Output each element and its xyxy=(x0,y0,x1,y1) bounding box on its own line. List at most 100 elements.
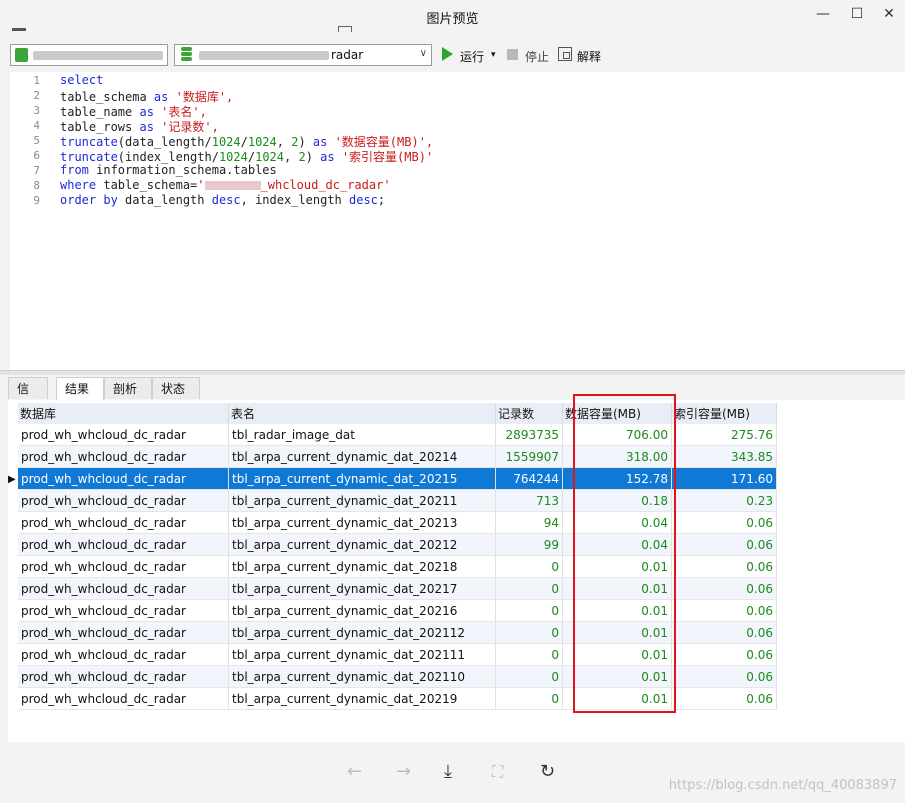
connection-select[interactable] xyxy=(10,44,168,66)
tab-profile[interactable]: 剖析 xyxy=(104,377,152,399)
cell[interactable]: tbl_arpa_current_dynamic_dat_20216 xyxy=(228,599,496,622)
cell[interactable]: prod_wh_whcloud_dc_radar xyxy=(18,467,229,490)
cell[interactable]: 0.06 xyxy=(671,577,777,600)
rotate-icon[interactable]: ↻ xyxy=(540,762,555,782)
cell[interactable]: prod_wh_whcloud_dc_radar xyxy=(18,424,229,446)
cell[interactable]: 0.06 xyxy=(671,643,777,666)
cell[interactable]: tbl_arpa_current_dynamic_dat_20211 xyxy=(228,489,496,512)
line-number: 9 xyxy=(33,194,40,207)
column-header[interactable]: 表名 xyxy=(228,403,496,424)
cell[interactable]: 0.06 xyxy=(671,555,777,578)
menu-strip-fragment xyxy=(338,26,352,32)
maximize-button[interactable]: ☐ xyxy=(842,4,872,24)
fit-screen-icon[interactable]: ⛶ xyxy=(492,762,503,782)
explain-button[interactable]: 解释 xyxy=(577,48,601,65)
cell[interactable]: 0 xyxy=(495,577,563,600)
cell[interactable]: prod_wh_whcloud_dc_radar xyxy=(18,643,229,666)
cell[interactable]: 0.06 xyxy=(671,533,777,556)
cell[interactable]: tbl_arpa_current_dynamic_dat_20212 xyxy=(228,533,496,556)
cell[interactable]: tbl_arpa_current_dynamic_dat_20217 xyxy=(228,577,496,600)
watermark-text: https://blog.csdn.net/qq_40083897 xyxy=(668,778,897,793)
query-toolbar: radar ∨ 运行 ▾ 停止 解释 xyxy=(0,40,905,72)
cell[interactable]: tbl_arpa_current_dynamic_dat_20219 xyxy=(228,687,496,710)
cell[interactable]: 343.85 xyxy=(671,445,777,468)
cell[interactable]: 1559907 xyxy=(495,445,563,468)
cell[interactable]: 713 xyxy=(495,489,563,512)
redacted-schema-prefix xyxy=(204,181,261,190)
cell[interactable]: 764244 xyxy=(495,467,563,490)
cell[interactable]: prod_wh_whcloud_dc_radar xyxy=(18,489,229,512)
column-header[interactable]: 数据库 xyxy=(18,403,229,424)
stop-icon[interactable] xyxy=(507,49,518,60)
code-line: from information_schema.tables xyxy=(60,163,277,177)
cell[interactable]: 0.06 xyxy=(671,511,777,534)
sql-editor[interactable]: 1 2 3 4 5 6 7 8 9 select table_schema as… xyxy=(10,72,905,370)
close-button[interactable]: ✕ xyxy=(874,4,904,24)
highlight-annotation-box xyxy=(573,394,676,713)
explain-icon[interactable] xyxy=(558,47,572,61)
result-grid: ▶ 数据库 表名 记录数 数据容量(MB) 索引容量(MB) prod_wh_w… xyxy=(8,400,905,742)
tab-result-1[interactable]: 结果 1 xyxy=(56,377,104,418)
line-number: 1 xyxy=(33,74,40,87)
cell[interactable]: prod_wh_whcloud_dc_radar xyxy=(18,533,229,556)
line-number-gutter: 1 2 3 4 5 6 7 8 9 xyxy=(10,72,42,370)
run-dropdown-icon[interactable]: ▾ xyxy=(491,50,496,60)
run-icon[interactable] xyxy=(442,47,453,61)
cell[interactable]: tbl_arpa_current_dynamic_dat_202110 xyxy=(228,665,496,688)
redacted-connection-name xyxy=(33,51,163,60)
line-number: 5 xyxy=(33,134,40,147)
tab-status[interactable]: 状态 xyxy=(152,377,200,399)
stop-button[interactable]: 停止 xyxy=(525,48,549,65)
arrow-right-icon[interactable]: → xyxy=(396,762,411,782)
cell[interactable]: prod_wh_whcloud_dc_radar xyxy=(18,511,229,534)
cell[interactable]: tbl_arpa_current_dynamic_dat_20213 xyxy=(228,511,496,534)
code-line: select xyxy=(60,73,104,87)
menu-strip-fragment xyxy=(12,28,26,31)
result-tabs: 信息 结果 1 剖析 状态 xyxy=(0,375,905,418)
cell[interactable]: prod_wh_whcloud_dc_radar xyxy=(18,577,229,600)
line-number: 2 xyxy=(33,89,40,102)
cell[interactable]: 0 xyxy=(495,555,563,578)
cell[interactable]: 0.23 xyxy=(671,489,777,512)
line-number: 6 xyxy=(33,149,40,162)
minimize-button[interactable]: — xyxy=(808,4,838,24)
line-number: 7 xyxy=(33,164,40,177)
column-header[interactable]: 索引容量(MB) xyxy=(671,403,777,424)
viewer-controls: ← → ⤓ ⛶ ↻ https://blog.csdn.net/qq_40083… xyxy=(0,742,905,803)
tab-info[interactable]: 信息 xyxy=(8,377,48,418)
cell[interactable]: 0 xyxy=(495,687,563,710)
cell[interactable]: 99 xyxy=(495,533,563,556)
window-title: 图片预览 xyxy=(426,12,479,27)
column-header[interactable]: 记录数 xyxy=(495,403,563,424)
cell[interactable]: prod_wh_whcloud_dc_radar xyxy=(18,445,229,468)
cell[interactable]: 0.06 xyxy=(671,599,777,622)
database-select[interactable]: radar ∨ xyxy=(174,44,432,66)
cell[interactable]: 0 xyxy=(495,599,563,622)
cell[interactable]: prod_wh_whcloud_dc_radar xyxy=(18,665,229,688)
arrow-left-icon[interactable]: ← xyxy=(347,762,362,782)
cell[interactable]: tbl_arpa_current_dynamic_dat_202112 xyxy=(228,621,496,644)
cell[interactable]: 0 xyxy=(495,665,563,688)
cell[interactable]: 0.06 xyxy=(671,687,777,710)
cell[interactable]: 2893735 xyxy=(495,424,563,446)
cell[interactable]: 0.06 xyxy=(671,621,777,644)
cell[interactable]: tbl_arpa_current_dynamic_dat_20214 xyxy=(228,445,496,468)
cell[interactable]: 0 xyxy=(495,643,563,666)
database-name: radar xyxy=(331,48,364,62)
cell[interactable]: tbl_arpa_current_dynamic_dat_202111 xyxy=(228,643,496,666)
cell[interactable]: tbl_radar_image_dat xyxy=(228,424,496,446)
run-button[interactable]: 运行 xyxy=(460,48,484,65)
download-icon[interactable]: ⤓ xyxy=(444,762,452,782)
cell[interactable]: prod_wh_whcloud_dc_radar xyxy=(18,621,229,644)
cell[interactable]: tbl_arpa_current_dynamic_dat_20215 xyxy=(228,467,496,490)
cell[interactable]: 171.60 xyxy=(671,467,777,490)
cell[interactable]: 0 xyxy=(495,621,563,644)
cell[interactable]: 0.06 xyxy=(671,665,777,688)
cell[interactable]: 94 xyxy=(495,511,563,534)
cell[interactable]: prod_wh_whcloud_dc_radar xyxy=(18,555,229,578)
cell[interactable]: tbl_arpa_current_dynamic_dat_20218 xyxy=(228,555,496,578)
cell[interactable]: prod_wh_whcloud_dc_radar xyxy=(18,599,229,622)
code-line: order by data_length desc, index_length … xyxy=(60,193,386,207)
cell[interactable]: 275.76 xyxy=(671,424,777,446)
cell[interactable]: prod_wh_whcloud_dc_radar xyxy=(18,687,229,710)
